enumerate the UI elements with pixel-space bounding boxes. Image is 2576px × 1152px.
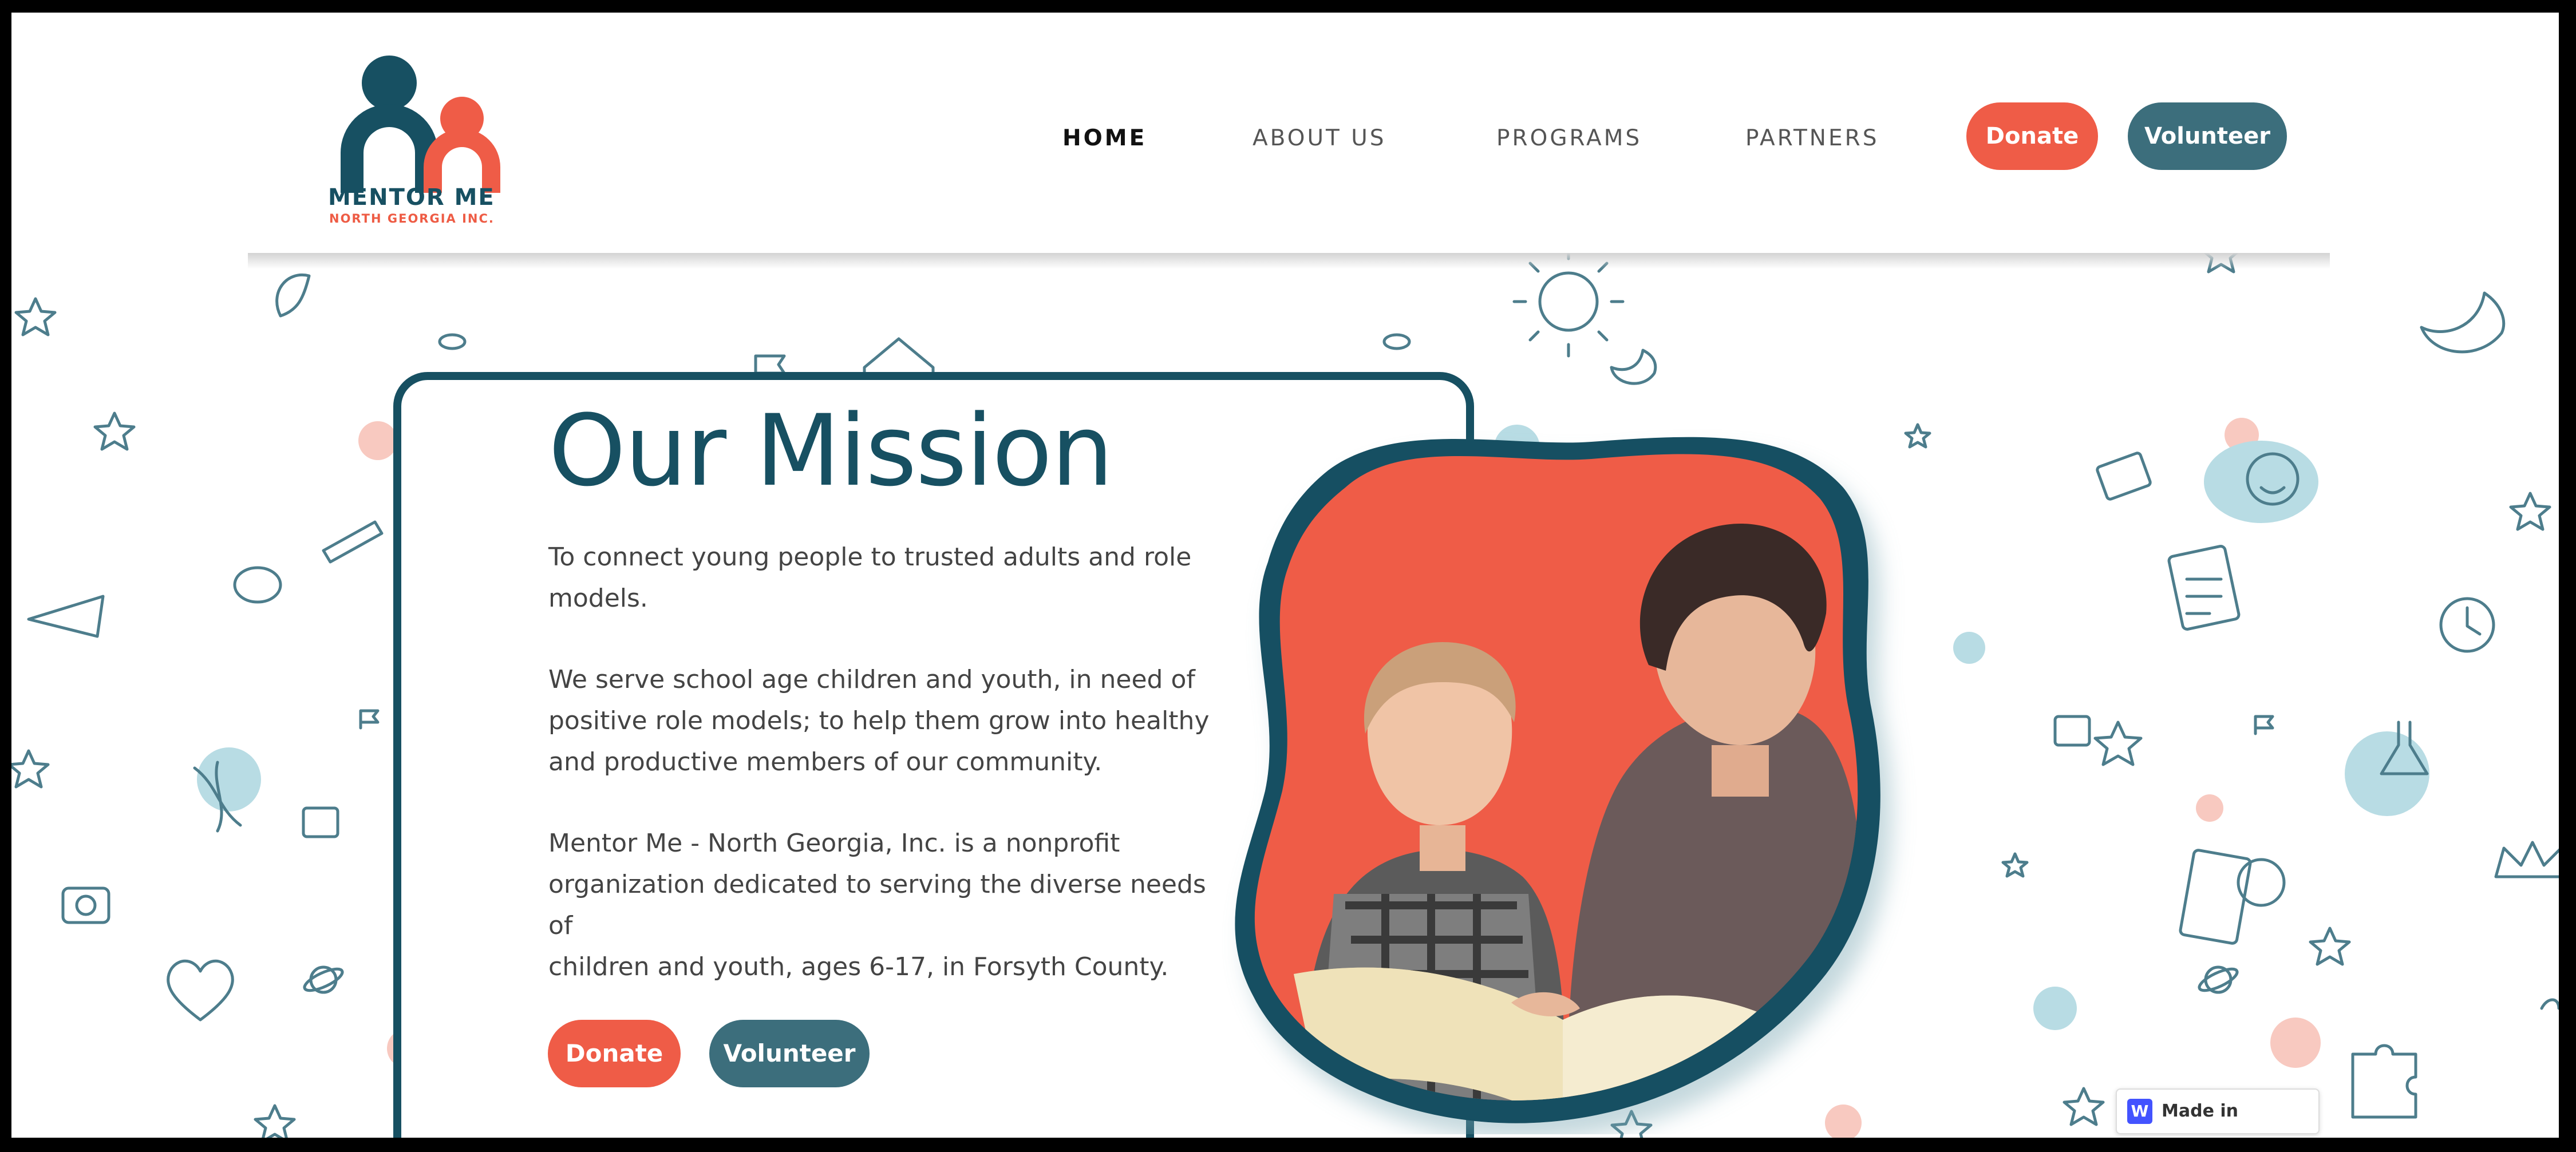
logo-wordmark: MENTOR ME (328, 184, 495, 211)
mission-donate-button[interactable]: Donate (548, 1020, 681, 1087)
paragraph-line: To connect young people to trusted adult… (548, 543, 1192, 572)
paragraph-line: children and youth, ages 6-17, in Forsyt… (548, 952, 1169, 981)
paragraph-line: Mentor Me - North Georgia, Inc. is a non… (548, 829, 1120, 858)
mission-paragraph-2: We serve school age children and youth, … (548, 659, 1224, 783)
paragraph-line: models. (548, 584, 648, 613)
webflow-icon: W (2127, 1099, 2152, 1124)
nav-home[interactable]: HOME (1062, 121, 1147, 156)
logo-subtitle: NORTH GEORGIA INC. (329, 212, 495, 225)
mission-title: Our Mission (548, 393, 1113, 508)
nav-about-us[interactable]: ABOUT US (1253, 121, 1386, 156)
paragraph-line: and productive members of our community. (548, 747, 1103, 777)
paragraph-line: organization dedicated to serving the di… (548, 870, 1206, 940)
made-in-webflow-badge[interactable]: W Made in Webflow (2116, 1088, 2320, 1134)
paragraph-line: positive role models; to help them grow … (548, 706, 1210, 735)
nav-programs[interactable]: PROGRAMS (1496, 121, 1642, 156)
page: MENTOR ME NORTH GEORGIA INC. HOME ABOUT … (11, 13, 2559, 1138)
nav-volunteer-button[interactable]: Volunteer (2128, 102, 2287, 170)
nav-partners[interactable]: PARTNERS (1745, 121, 1879, 156)
nav-donate-button[interactable]: Donate (1966, 102, 2098, 170)
mission-paragraph-1: To connect young people to trusted adult… (548, 537, 1224, 619)
mission-paragraph-3: Mentor Me - North Georgia, Inc. is a non… (548, 823, 1224, 988)
header-shadow (248, 253, 2330, 269)
mentor-reading-with-child-photo (1235, 437, 1880, 1123)
paragraph-line: We serve school age children and youth, … (548, 665, 1195, 694)
site-header: MENTOR ME NORTH GEORGIA INC. HOME ABOUT … (11, 13, 2559, 253)
webflow-badge-label: Made in Webflow (2162, 1101, 2239, 1121)
mission-volunteer-button[interactable]: Volunteer (709, 1020, 870, 1087)
